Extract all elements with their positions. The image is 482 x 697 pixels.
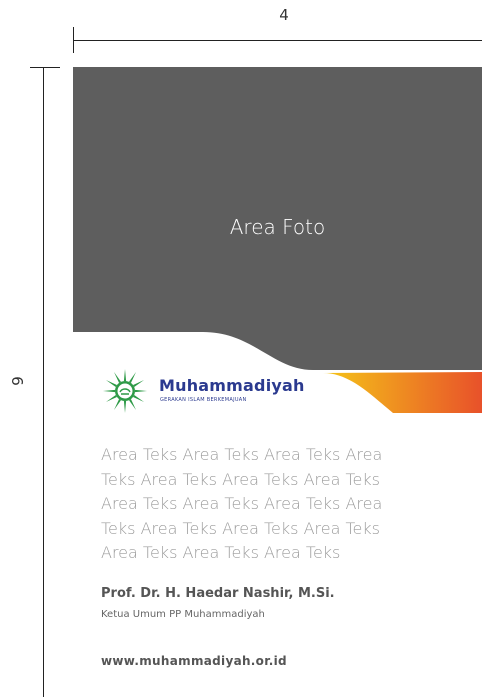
photo-area-label: Area Foto bbox=[229, 215, 326, 239]
text-area: Area Teks Area Teks Area Teks Area Teks … bbox=[101, 443, 441, 566]
brand-name: Muhammadiyah bbox=[159, 376, 305, 395]
accent-swoosh bbox=[323, 372, 482, 413]
website-url: www.muhammadiyah.or.id bbox=[101, 654, 287, 668]
text-line: Area Teks Area Teks Area Teks Area bbox=[101, 494, 383, 513]
height-dimension-label: 6 bbox=[8, 376, 26, 386]
signatory-name: Prof. Dr. H. Haedar Nashir, M.Si. bbox=[101, 586, 335, 601]
text-line: Teks Area Teks Area Teks Area Teks bbox=[101, 518, 380, 538]
sun-emblem-icon bbox=[103, 369, 147, 413]
width-dimension-label: 4 bbox=[279, 6, 289, 24]
text-line: Area Teks Area Teks Area Teks Area bbox=[101, 445, 383, 464]
signatory-title: Ketua Umum PP Muhammadiyah bbox=[101, 609, 265, 620]
muhammadiyah-logo: Muhammadiyah GERAKAN ISLAM BERKEMAJUAN bbox=[101, 367, 304, 413]
id-card-template: Area Foto Muhammadiyah GERAKAN ISLAM BER… bbox=[73, 67, 482, 697]
height-dimension-line bbox=[43, 67, 44, 697]
text-line: Teks Area Teks Area Teks Area Teks bbox=[101, 469, 380, 489]
width-dimension-line bbox=[73, 40, 482, 41]
height-dimension-tick bbox=[30, 67, 60, 68]
brand-tagline: GERAKAN ISLAM BERKEMAJUAN bbox=[160, 397, 247, 403]
text-line: Area Teks Area Teks Area Teks bbox=[101, 543, 341, 562]
